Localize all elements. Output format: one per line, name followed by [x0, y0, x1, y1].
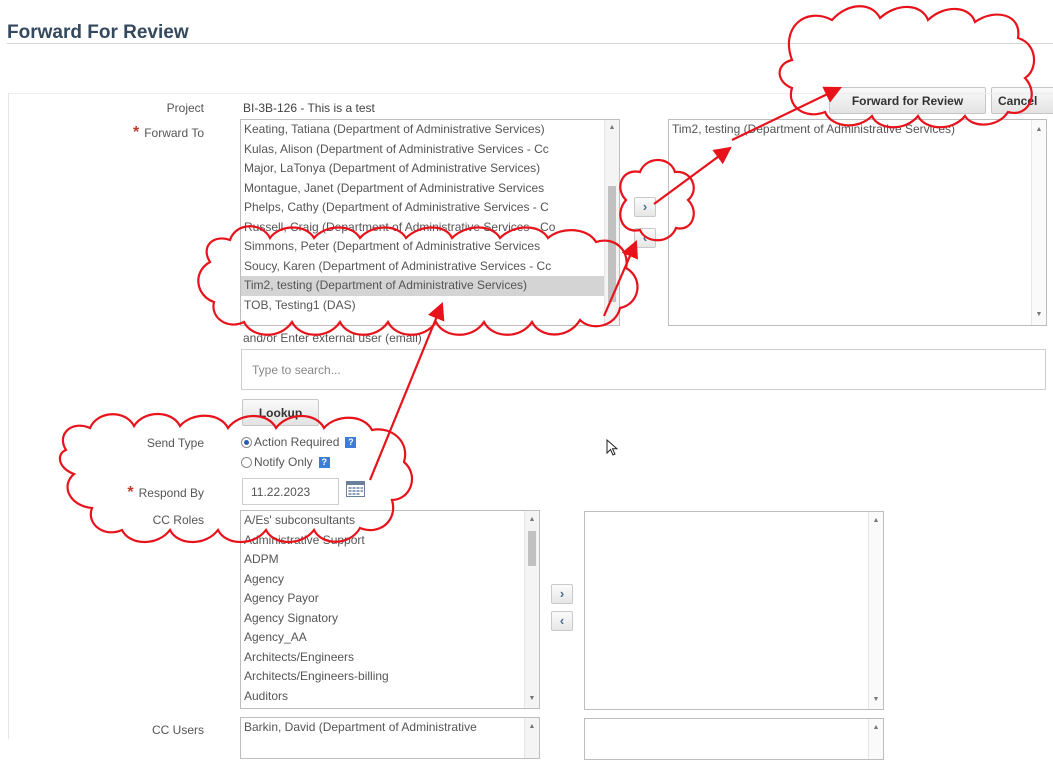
list-scrollbar[interactable]: ▲	[604, 120, 619, 325]
list-item[interactable]: ADPM	[241, 550, 539, 570]
required-marker: *	[127, 484, 134, 501]
scroll-up-icon[interactable]: ▲	[869, 722, 883, 734]
respond-by-label: * Respond By	[127, 484, 204, 501]
list-item[interactable]: Tim2, testing (Department of Administrat…	[241, 276, 619, 296]
list-item[interactable]: Agency Signatory	[241, 609, 539, 629]
radio-notify-only[interactable]: Notify Only ?	[241, 455, 330, 469]
scroll-down-icon[interactable]: ▼	[525, 693, 539, 705]
list-scrollbar[interactable]: ▲	[868, 719, 883, 759]
list-item[interactable]: Architects/Engineers	[241, 648, 539, 668]
list-item[interactable]: Soucy, Karen (Department of Administrati…	[241, 257, 619, 277]
list-item[interactable]: Agency Payor	[241, 589, 539, 609]
info-icon[interactable]: ?	[345, 436, 357, 448]
radio-label: Notify Only	[254, 455, 313, 469]
radio-button[interactable]	[241, 436, 252, 448]
scroll-down-icon[interactable]: ▼	[1032, 309, 1046, 321]
forward-to-chosen-list[interactable]: Tim2, testing (Department of Administrat…	[668, 119, 1047, 326]
list-item[interactable]: Keating, Tatiana (Department of Administ…	[241, 120, 619, 140]
cc-roles-chosen-list[interactable]: ▲ ▼	[584, 511, 884, 710]
list-item[interactable]: Montague, Janet (Department of Administr…	[241, 179, 619, 199]
list-item[interactable]: Barkin, David (Department of Administrat…	[241, 718, 539, 738]
chevron-left-icon: ‹	[559, 613, 565, 628]
cc-move-right-button[interactable]: ›	[551, 584, 573, 604]
cc-roles-available-list[interactable]: A/Es' subconsultants Administrative Suppo…	[240, 510, 540, 709]
list-item[interactable]: A/Es' subconsultants	[241, 511, 539, 531]
cc-users-label: CC Users	[151, 723, 204, 737]
cc-roles-label: CC Roles	[152, 513, 204, 527]
project-value: BI-3B-126 - This is a test	[243, 101, 375, 115]
scroll-up-icon[interactable]: ▲	[869, 515, 883, 527]
list-item[interactable]: Simmons, Peter (Department of Administra…	[241, 237, 619, 257]
list-item[interactable]: Phelps, Cathy (Department of Administrat…	[241, 198, 619, 218]
cc-users-chosen-list[interactable]: ▲	[584, 718, 884, 760]
title-divider	[7, 43, 1053, 44]
chevron-right-icon: ›	[642, 199, 648, 214]
page-title: Forward For Review	[7, 22, 189, 43]
forward-to-label: * Forward To	[132, 124, 204, 141]
chevron-right-icon: ›	[559, 586, 565, 601]
cc-move-left-button[interactable]: ‹	[551, 611, 573, 631]
move-left-button[interactable]: ‹	[634, 228, 656, 248]
scroll-thumb[interactable]	[528, 531, 536, 566]
list-scrollbar[interactable]: ▲	[524, 718, 539, 758]
project-label: Project	[166, 101, 204, 115]
list-scrollbar[interactable]: ▲ ▼	[1031, 120, 1046, 325]
send-type-label: Send Type	[146, 436, 204, 450]
calendar-icon[interactable]	[346, 480, 365, 497]
list-item[interactable]: Auditors	[241, 687, 539, 707]
list-item[interactable]: Tim2, testing (Department of Administrat…	[669, 120, 1046, 140]
chevron-left-icon: ‹	[642, 230, 648, 245]
scroll-thumb[interactable]	[608, 186, 616, 302]
list-item[interactable]: Administrative Support	[241, 531, 539, 551]
move-right-button[interactable]: ›	[634, 197, 656, 217]
radio-action-required[interactable]: Action Required ?	[241, 435, 357, 449]
list-item[interactable]: Agency_AA	[241, 628, 539, 648]
list-item[interactable]: Agency	[241, 570, 539, 590]
scroll-up-icon[interactable]: ▲	[525, 721, 539, 733]
list-item[interactable]: TOB, Testing1 (DAS)	[241, 296, 619, 316]
radio-label: Action Required	[254, 435, 340, 449]
external-user-label: and/or Enter external user (email)	[243, 331, 422, 345]
list-scrollbar[interactable]: ▲ ▼	[524, 511, 539, 708]
list-item[interactable]: Major, LaTonya (Department of Administra…	[241, 159, 619, 179]
scroll-down-icon[interactable]: ▼	[869, 694, 883, 706]
info-icon[interactable]: ?	[318, 456, 330, 468]
list-item[interactable]: Kulas, Alison (Department of Administrat…	[241, 140, 619, 160]
external-user-search-input[interactable]	[241, 349, 1046, 390]
list-item[interactable]: Architects/Engineers-billing	[241, 667, 539, 687]
scroll-up-icon[interactable]: ▲	[525, 514, 539, 526]
list-scrollbar[interactable]: ▲ ▼	[868, 512, 883, 709]
lookup-button[interactable]: Lookup	[242, 399, 319, 426]
forward-to-available-list[interactable]: Keating, Tatiana (Department of Administ…	[240, 119, 620, 326]
required-marker: *	[132, 124, 140, 141]
list-item[interactable]: Russell, Craig (Department of Administra…	[241, 218, 619, 238]
scroll-up-icon[interactable]: ▲	[605, 122, 619, 134]
mouse-cursor-icon	[606, 439, 618, 456]
respond-by-date-input[interactable]	[242, 478, 339, 505]
cc-users-available-list[interactable]: Barkin, David (Department of Administrat…	[240, 717, 540, 759]
radio-button[interactable]	[241, 456, 252, 468]
scroll-up-icon[interactable]: ▲	[1032, 124, 1046, 136]
